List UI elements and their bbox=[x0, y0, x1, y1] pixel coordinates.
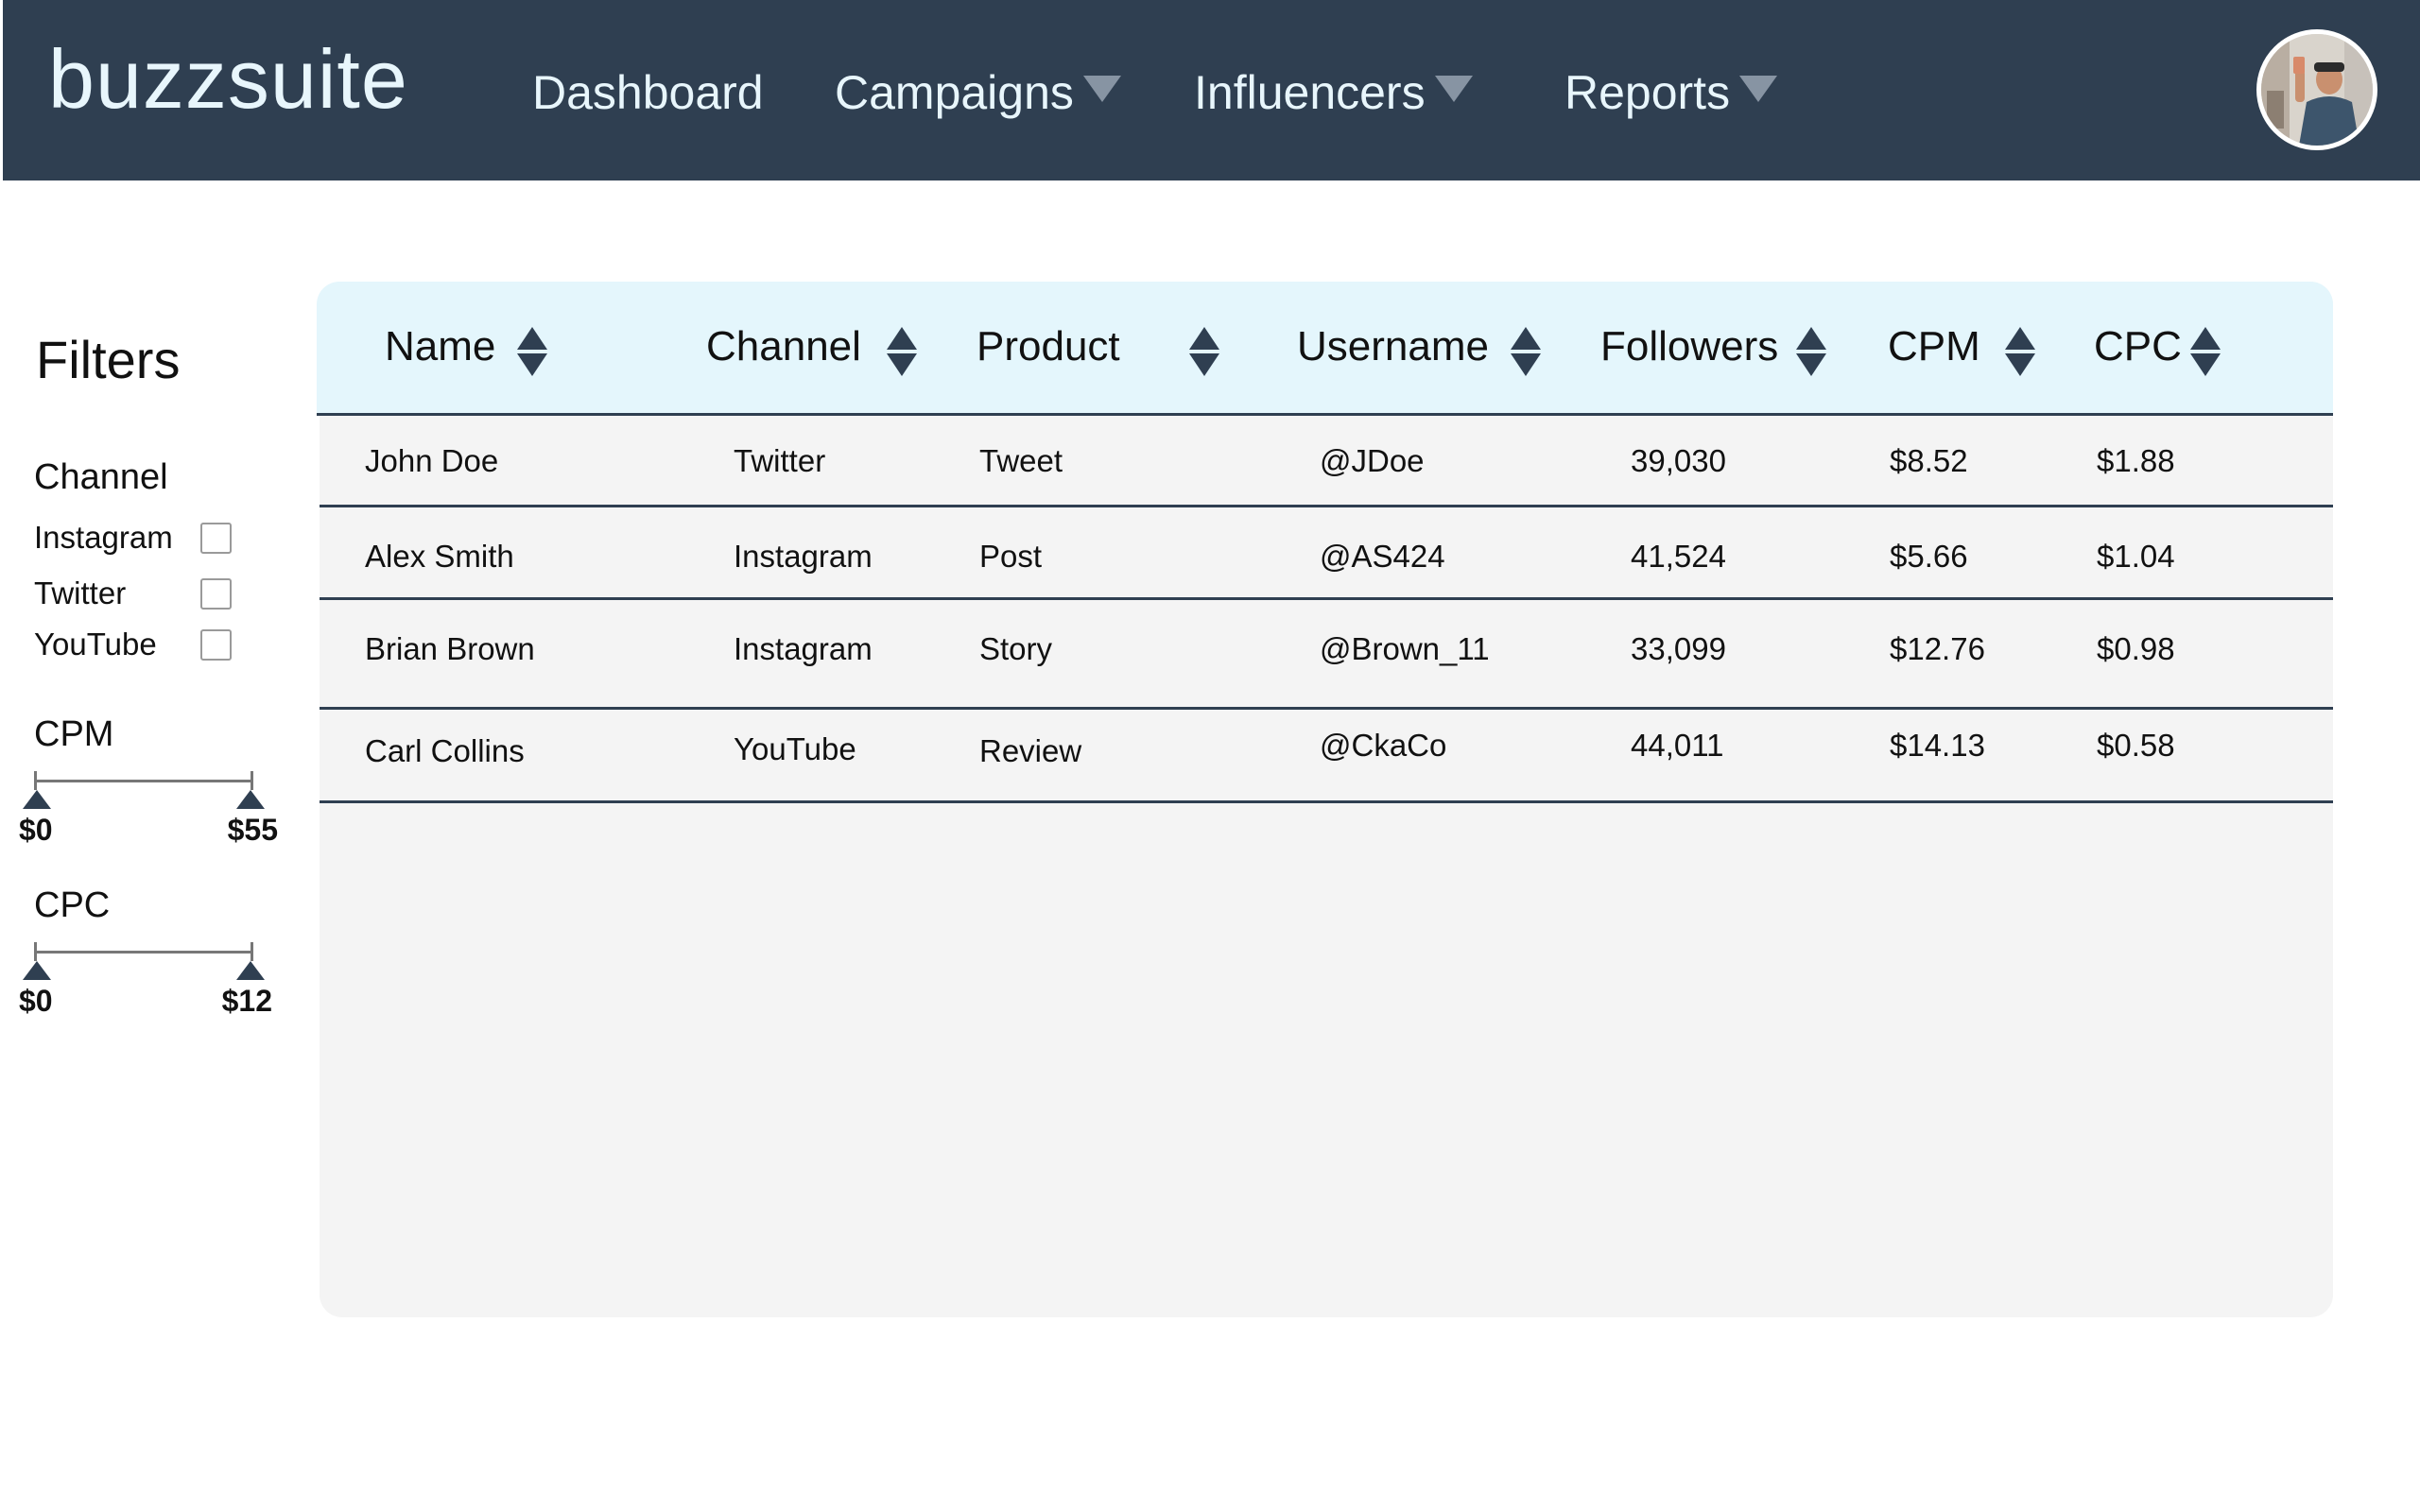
cell-channel: Instagram bbox=[734, 631, 873, 666]
nav-dashboard-label: Dashboard bbox=[532, 66, 764, 119]
filters-title: Filters bbox=[36, 330, 181, 389]
cpm-min-handle[interactable] bbox=[23, 790, 51, 809]
cell-product: Post bbox=[979, 539, 1043, 574]
sort-icon[interactable] bbox=[517, 327, 547, 376]
table-row[interactable]: Carl Collins YouTube Review @CkaCo 44,01… bbox=[320, 713, 2333, 803]
twitter-checkbox[interactable] bbox=[200, 577, 232, 610]
user-photo-icon bbox=[2261, 34, 2373, 146]
top-navbar: buzzsuite Dashboard Campaigns Influencer… bbox=[3, 0, 2420, 180]
cell-product: Story bbox=[979, 631, 1053, 666]
cpm-filter-heading: CPM bbox=[34, 714, 114, 754]
sort-icon[interactable] bbox=[1189, 327, 1219, 376]
column-header-product[interactable]: Product bbox=[977, 323, 1120, 370]
cpc-filter-heading: CPC bbox=[34, 885, 111, 925]
cpc-max-value: $12 bbox=[221, 984, 272, 1018]
cell-cpc: $1.04 bbox=[2097, 539, 2175, 574]
nav-campaigns-label: Campaigns bbox=[835, 66, 1074, 119]
youtube-checkbox[interactable] bbox=[200, 628, 232, 661]
cell-product: Review bbox=[979, 733, 1082, 768]
cell-followers: 33,099 bbox=[1631, 631, 1726, 666]
cell-cpc: $0.58 bbox=[2097, 728, 2175, 763]
cell-cpm: $5.66 bbox=[1890, 539, 1968, 574]
cell-username: @Brown_11 bbox=[1320, 631, 1490, 666]
cpm-min-value: $0 bbox=[19, 813, 53, 847]
checkbox-label: YouTube bbox=[34, 627, 157, 662]
cell-cpm: $12.76 bbox=[1890, 631, 1985, 666]
column-header-cpm[interactable]: CPM bbox=[1888, 323, 1980, 370]
cpc-min-value: $0 bbox=[19, 984, 53, 1018]
cell-name: Alex Smith bbox=[365, 539, 514, 574]
table-row[interactable]: Brian Brown Instagram Story @Brown_11 33… bbox=[320, 603, 2333, 710]
column-header-followers[interactable]: Followers bbox=[1600, 323, 1778, 370]
cpm-range-slider[interactable]: $0 $55 bbox=[19, 771, 278, 847]
cell-name: Brian Brown bbox=[365, 631, 535, 666]
cpc-range-slider[interactable]: $0 $12 bbox=[19, 942, 272, 1018]
brand-logo[interactable]: buzzsuite bbox=[48, 33, 408, 126]
sort-icon[interactable] bbox=[887, 327, 917, 376]
caret-down-icon bbox=[1434, 76, 1473, 102]
table-row[interactable]: Alex Smith Instagram Post @AS424 41,524 … bbox=[320, 510, 2333, 600]
cell-cpm: $14.13 bbox=[1890, 728, 1985, 763]
caret-down-icon bbox=[1739, 76, 1778, 102]
cell-username: @JDoe bbox=[1320, 443, 1425, 478]
cpm-max-value: $55 bbox=[227, 813, 278, 847]
table-header: Name Channel Product Username Followers … bbox=[317, 282, 2333, 416]
cell-name: John Doe bbox=[365, 443, 499, 478]
slider-track[interactable] bbox=[34, 942, 253, 961]
checkbox-label: Twitter bbox=[34, 576, 127, 610]
channel-option-instagram[interactable]: Instagram bbox=[34, 519, 232, 557]
nav-dashboard[interactable]: Dashboard bbox=[532, 64, 764, 121]
sort-icon[interactable] bbox=[2005, 327, 2035, 376]
nav-reports[interactable]: Reports bbox=[1564, 64, 1778, 121]
cell-product: Tweet bbox=[979, 443, 1063, 478]
column-header-cpc[interactable]: CPC bbox=[2094, 323, 2182, 370]
cpm-max-handle[interactable] bbox=[236, 790, 265, 809]
column-header-username[interactable]: Username bbox=[1297, 323, 1489, 370]
cell-followers: 39,030 bbox=[1631, 443, 1726, 478]
nav-influencers-label: Influencers bbox=[1194, 66, 1426, 119]
channel-filter-heading: Channel bbox=[34, 457, 168, 497]
slider-track[interactable] bbox=[34, 771, 253, 790]
table-row[interactable]: John Doe Twitter Tweet @JDoe 39,030 $8.5… bbox=[320, 419, 2333, 507]
checkbox-label: Instagram bbox=[34, 520, 173, 555]
cell-name: Carl Collins bbox=[365, 733, 525, 768]
user-avatar[interactable] bbox=[2256, 29, 2377, 150]
sort-icon[interactable] bbox=[1511, 327, 1541, 376]
cpc-max-handle[interactable] bbox=[236, 961, 265, 980]
sort-icon[interactable] bbox=[1796, 327, 1826, 376]
channel-option-youtube[interactable]: YouTube bbox=[34, 626, 232, 663]
nav-campaigns[interactable]: Campaigns bbox=[835, 64, 1121, 121]
nav-influencers[interactable]: Influencers bbox=[1194, 64, 1473, 121]
instagram-checkbox[interactable] bbox=[200, 522, 232, 554]
cell-followers: 44,011 bbox=[1631, 728, 1724, 763]
cpc-min-handle[interactable] bbox=[23, 961, 51, 980]
cell-followers: 41,524 bbox=[1631, 539, 1726, 574]
caret-down-icon bbox=[1082, 76, 1121, 102]
influencer-table: Name Channel Product Username Followers … bbox=[317, 282, 2333, 1317]
cell-channel: Instagram bbox=[734, 539, 873, 574]
cell-username: @AS424 bbox=[1320, 539, 1445, 574]
sort-icon[interactable] bbox=[2190, 327, 2221, 376]
cell-channel: Twitter bbox=[734, 443, 826, 478]
nav-reports-label: Reports bbox=[1564, 66, 1731, 119]
cell-cpc: $1.88 bbox=[2097, 443, 2175, 478]
cell-cpm: $8.52 bbox=[1890, 443, 1968, 478]
cell-cpc: $0.98 bbox=[2097, 631, 2175, 666]
cell-channel: YouTube bbox=[734, 731, 856, 766]
column-header-name[interactable]: Name bbox=[385, 323, 495, 370]
column-header-channel[interactable]: Channel bbox=[706, 323, 861, 370]
channel-option-twitter[interactable]: Twitter bbox=[34, 575, 232, 612]
cell-username: @CkaCo bbox=[1320, 728, 1447, 763]
